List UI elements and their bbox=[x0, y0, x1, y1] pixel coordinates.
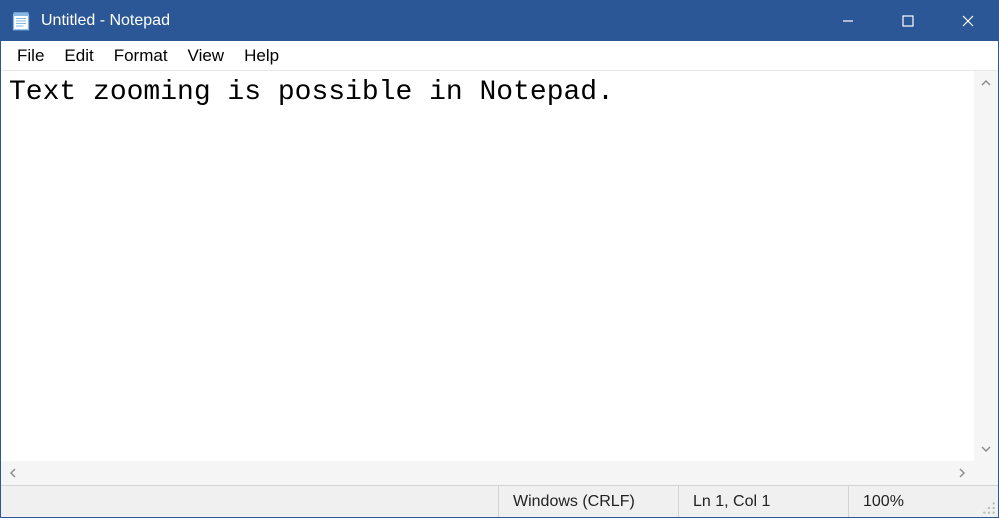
window-controls bbox=[818, 1, 998, 41]
notepad-app-icon bbox=[11, 11, 31, 31]
scroll-right-icon[interactable] bbox=[950, 461, 974, 485]
scroll-left-icon[interactable] bbox=[1, 461, 25, 485]
status-line-ending: Windows (CRLF) bbox=[498, 486, 678, 517]
scroll-down-icon[interactable] bbox=[974, 437, 998, 461]
titlebar[interactable]: Untitled - Notepad bbox=[1, 1, 998, 41]
editor-area: Text zooming is possible in Notepad. bbox=[1, 71, 998, 485]
close-button[interactable] bbox=[938, 1, 998, 41]
status-cursor-position: Ln 1, Col 1 bbox=[678, 486, 848, 517]
statusbar: Windows (CRLF) Ln 1, Col 1 100% bbox=[1, 485, 998, 517]
menu-format[interactable]: Format bbox=[104, 44, 178, 68]
status-zoom-level: 100% bbox=[848, 486, 978, 517]
menubar: File Edit Format View Help bbox=[1, 41, 998, 71]
status-spacer bbox=[1, 486, 498, 517]
window-title: Untitled - Notepad bbox=[41, 12, 170, 30]
vertical-scrollbar[interactable] bbox=[974, 71, 998, 461]
resize-grip-icon[interactable] bbox=[978, 486, 998, 517]
scroll-corner bbox=[974, 461, 998, 485]
horizontal-scrollbar[interactable] bbox=[1, 461, 974, 485]
scroll-up-icon[interactable] bbox=[974, 71, 998, 95]
text-editor[interactable]: Text zooming is possible in Notepad. bbox=[1, 71, 974, 461]
minimize-button[interactable] bbox=[818, 1, 878, 41]
maximize-button[interactable] bbox=[878, 1, 938, 41]
menu-edit[interactable]: Edit bbox=[54, 44, 103, 68]
menu-help[interactable]: Help bbox=[234, 44, 289, 68]
menu-view[interactable]: View bbox=[178, 44, 235, 68]
menu-file[interactable]: File bbox=[7, 44, 54, 68]
